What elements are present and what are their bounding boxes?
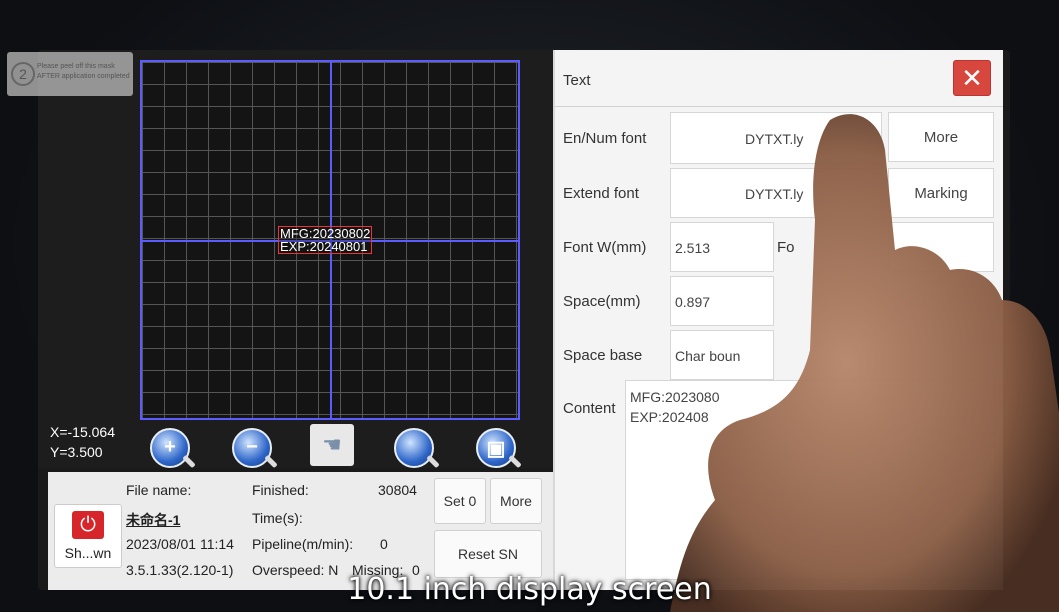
mark-preview-grid[interactable]: MFG:20230802 EXP:20240801 [140, 60, 520, 420]
text-properties-dialog: Text ✕ En/Num font DYTXT.ly More Extend … [553, 50, 1003, 590]
cursor-coordinates: X=-15.064 Y=3.500 [50, 422, 115, 462]
font-width-label: Font W(mm) [563, 239, 647, 256]
space-label: Space(mm) [563, 293, 641, 310]
more-status-button[interactable]: More [490, 478, 542, 524]
zoom-out-icon[interactable]: − [232, 428, 278, 469]
canvas-area: MFG:20230802 EXP:20240801 X=-15.064 Y=3.… [38, 50, 553, 469]
shutdown-label: Sh...wn [64, 545, 112, 561]
marking-button[interactable]: Marking [888, 168, 994, 218]
extend-font-label: Extend font [563, 185, 639, 202]
datetime: 2023/08/01 11:14 [126, 536, 234, 552]
en-num-font-label: En/Num font [563, 130, 647, 147]
content-line-1: MFG:2023080 [630, 389, 720, 405]
font-height-input[interactable] [888, 222, 994, 272]
en-num-font-field[interactable]: DYTXT.ly [670, 112, 882, 164]
finished-label: Finished: [252, 482, 309, 498]
font-width-input[interactable]: 2.513 [670, 222, 774, 272]
content-textarea[interactable]: MFG:2023080 EXP:202408 [625, 380, 995, 580]
time-label: Time(s): [252, 510, 303, 526]
sticker-text: Please peel off this mask AFTER applicat… [37, 62, 133, 82]
pipeline-value: 0 [380, 536, 388, 552]
extend-font-field[interactable]: DYTXT.ly [670, 168, 882, 218]
content-line-2: EXP:202408 [630, 409, 709, 425]
coord-x: X=-15.064 [50, 424, 115, 440]
pipeline-label: Pipeline(m/min): [252, 536, 354, 552]
space-base-select[interactable]: Char boun [670, 330, 774, 380]
font-height-label: Fo [777, 239, 795, 256]
zoom-fit-icon[interactable] [394, 428, 440, 469]
coord-y: Y=3.500 [50, 444, 103, 460]
video-caption: 10.1 inch display screen [347, 572, 712, 607]
mark-line-2: EXP:20240801 [280, 239, 368, 254]
space-base-label: Space base [563, 347, 643, 364]
touch-screen: MFG:20230802 EXP:20240801 X=-15.064 Y=3.… [38, 50, 1010, 590]
content-label: Content [563, 400, 616, 417]
more-font-button[interactable]: More [888, 112, 994, 162]
set-zero-button[interactable]: Set 0 [434, 478, 486, 524]
sticker-number: 2 [11, 62, 35, 86]
protective-film-sticker: 2 Please peel off this mask AFTER applic… [7, 52, 133, 96]
sticker-line-2: AFTER application completed [37, 73, 130, 80]
zoom-reset-icon[interactable]: ▣ [476, 428, 522, 469]
shutdown-button[interactable]: ⏻ Sh...wn [54, 504, 122, 568]
space-input[interactable]: 0.897 [670, 276, 774, 326]
finished-value: 30804 [378, 482, 417, 498]
power-icon: ⏻ [72, 511, 104, 539]
file-name-label: File name: [126, 482, 192, 498]
close-button[interactable]: ✕ [953, 60, 991, 96]
mark-text-object[interactable]: MFG:20230802 EXP:20240801 [278, 226, 373, 254]
hand-pan-icon[interactable]: ☚ [310, 424, 354, 466]
sticker-line-1: Please peel off this mask [37, 63, 115, 70]
zoom-in-icon[interactable]: + [150, 428, 196, 469]
reset-sn-button[interactable]: Reset SN [434, 530, 542, 578]
title-divider [555, 106, 1003, 107]
file-name-value: 未命名-1 [126, 512, 181, 528]
dialog-title: Text [563, 72, 591, 89]
